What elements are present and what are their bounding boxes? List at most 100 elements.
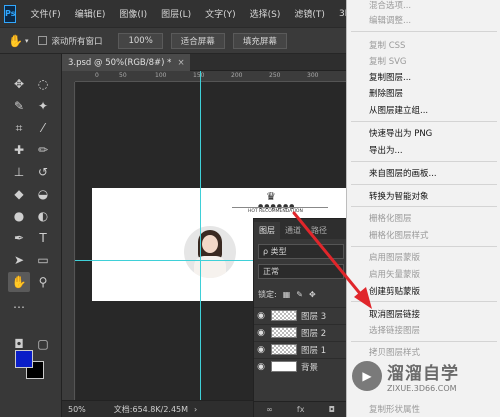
quick-mask-icon[interactable]: ◘ — [8, 334, 30, 354]
chevron-down-icon[interactable]: ▾ — [25, 37, 29, 45]
close-icon[interactable]: × — [177, 58, 184, 68]
menu-select[interactable]: 选择(S) — [250, 7, 281, 20]
tab-channels[interactable]: 通道 — [280, 222, 306, 239]
eye-icon[interactable]: ◉ — [254, 311, 268, 321]
zoom-tool-icon[interactable]: ⚲ — [32, 272, 54, 292]
menu-item-export-as[interactable]: 导出为... — [369, 144, 403, 156]
layer-thumbnail — [271, 344, 297, 355]
menu-item-enable-layer-mask[interactable]: 启用图层蒙版 — [369, 251, 420, 263]
eraser-tool-icon[interactable]: ◆ — [8, 184, 30, 204]
layer-name: 图层 2 — [301, 328, 327, 339]
quick-select-tool-icon[interactable]: ✎ — [8, 96, 30, 116]
menu-item-unlink-layers[interactable]: 取消图层链接 — [369, 308, 420, 320]
history-brush-icon[interactable]: ↺ — [32, 162, 54, 182]
photoshop-logo: Ps — [4, 4, 17, 23]
move-tool-icon[interactable]: ✥ — [8, 74, 30, 94]
zoom-100-button[interactable]: 100% — [118, 32, 163, 49]
menu-item-delete-layer[interactable]: 删除图层 — [369, 87, 403, 99]
hand-tool-icon[interactable]: ✋ — [8, 272, 30, 292]
brush-tool-icon[interactable]: ✏ — [32, 140, 54, 160]
menu-item-enable-vector-mask[interactable]: 启用矢量蒙版 — [369, 268, 420, 280]
layer-row[interactable]: ◉ 图层 1 — [254, 341, 347, 357]
lock-paint-icon[interactable]: ✎ — [296, 290, 303, 299]
menu-item-copy-shape-attributes[interactable]: 复制形状属性 — [369, 403, 420, 415]
menu-item-rasterize-layer[interactable]: 栅格化图层 — [369, 212, 412, 224]
layer-row[interactable]: ◉ 背景 — [254, 358, 347, 374]
tab-paths[interactable]: 路径 — [306, 222, 332, 239]
chevron-right-icon[interactable]: › — [194, 405, 197, 414]
stamp-tool-icon[interactable]: ⊥ — [8, 162, 30, 182]
blend-mode-select[interactable]: 正常 — [258, 264, 344, 279]
menu-type[interactable]: 文字(Y) — [205, 7, 236, 20]
layer-row[interactable]: ◉ 图层 2 — [254, 324, 347, 340]
menu-item-artboard-from-layers[interactable]: 来自图层的画板... — [369, 167, 437, 179]
dodge-tool-icon[interactable]: ◐ — [32, 206, 54, 226]
eyedropper-tool-icon[interactable]: ⁄ — [32, 118, 54, 138]
menu-item-group-from-layers[interactable]: 从图层建立组... — [369, 104, 428, 116]
more-tools-icon[interactable]: … — [8, 294, 30, 314]
menu-item-copy-css[interactable]: 复制 CSS — [369, 39, 405, 51]
menu-item-duplicate-layer[interactable]: 复制图层... — [369, 71, 411, 83]
logo-text: HOT RECOMMENDATION — [248, 209, 303, 214]
ruler-label: 0 — [95, 72, 99, 79]
document-tab[interactable]: 3.psd @ 50%(RGB/8#) * × — [62, 54, 190, 71]
ruler-label: 100 — [155, 72, 167, 79]
screen-mode-icon[interactable]: ▢ — [32, 334, 54, 354]
lock-pixels-icon[interactable]: ▦ — [283, 290, 291, 299]
menu-item-create-clipping-mask[interactable]: 创建剪贴蒙版 — [369, 285, 420, 297]
zoom-level[interactable]: 50% — [68, 405, 86, 414]
divider — [351, 246, 497, 247]
scroll-all-checkbox[interactable] — [38, 36, 48, 45]
menu-image[interactable]: 图像(I) — [119, 7, 147, 20]
menu-filter[interactable]: 滤镜(T) — [294, 7, 325, 20]
menu-edit[interactable]: 编辑(E) — [75, 7, 106, 20]
ruler-corner — [62, 71, 75, 82]
context-menu: 混合选项... 编辑调整... 复制 CSS 复制 SVG 复制图层... 删除… — [346, 0, 500, 417]
paint-bucket-icon[interactable]: ◒ — [32, 184, 54, 204]
fx-icon[interactable]: fx — [297, 405, 305, 414]
fill-screen-button[interactable]: 填充屏幕 — [232, 32, 287, 49]
layer-name: 图层 3 — [301, 311, 327, 322]
crop-tool-icon[interactable]: ⌗ — [8, 118, 30, 138]
divider — [351, 301, 497, 302]
layer-name: 图层 1 — [301, 345, 327, 356]
divider — [351, 206, 497, 207]
menu-item-quick-export-png[interactable]: 快速导出为 PNG — [369, 127, 432, 139]
lock-position-icon[interactable]: ✥ — [309, 290, 316, 299]
path-select-icon[interactable]: ➤ — [8, 250, 30, 270]
layer-thumbnail — [271, 361, 297, 372]
layer-filter-select[interactable]: ρ 类型 — [258, 244, 344, 259]
eye-icon[interactable]: ◉ — [254, 362, 268, 372]
layer-thumbnail — [271, 310, 297, 321]
magic-wand-tool-icon[interactable]: ✦ — [32, 96, 54, 116]
menu-item-convert-smart-object[interactable]: 转换为智能对象 — [369, 190, 429, 202]
menu-item-rasterize-layer-style[interactable]: 栅格化图层样式 — [369, 229, 429, 241]
crown-icon: ♛ — [266, 190, 276, 203]
lasso-tool-icon[interactable]: ◌ — [32, 74, 54, 94]
tab-layers[interactable]: 图层 — [254, 222, 280, 239]
blur-tool-icon[interactable]: ● — [8, 206, 30, 226]
layer-thumbnail — [271, 327, 297, 338]
hand-tool-icon[interactable]: ✋ — [8, 34, 23, 48]
mask-icon[interactable]: ◘ — [329, 405, 335, 414]
menu-item-edit-adjustment[interactable]: 编辑调整... — [369, 14, 411, 26]
menu-item-copy-svg[interactable]: 复制 SVG — [369, 55, 407, 67]
link-layers-icon[interactable]: ∞ — [266, 405, 273, 414]
menu-file[interactable]: 文件(F) — [30, 7, 60, 20]
document-info: 文档:654.8K/2.45M — [113, 404, 189, 414]
rectangle-tool-icon[interactable]: ▭ — [32, 250, 54, 270]
menu-item-blending-options[interactable]: 混合选项... — [369, 0, 411, 11]
layer-row[interactable]: ◉ 图层 3 — [254, 307, 347, 323]
eye-icon[interactable]: ◉ — [254, 328, 268, 338]
vertical-guide[interactable] — [200, 71, 201, 400]
pen-tool-icon[interactable]: ✒ — [8, 228, 30, 248]
text-tool-icon[interactable]: T — [32, 228, 54, 248]
layer-name: 背景 — [301, 362, 319, 373]
menu-layer[interactable]: 图层(L) — [161, 7, 191, 20]
ruler-label: 50 — [119, 72, 127, 79]
watermark-url: ZIXUE.3D66.COM — [387, 384, 457, 393]
healing-tool-icon[interactable]: ✚ — [8, 140, 30, 160]
menu-item-select-linked-layers[interactable]: 选择链接图层 — [369, 324, 420, 336]
fit-screen-button[interactable]: 适合屏幕 — [170, 32, 225, 49]
eye-icon[interactable]: ◉ — [254, 345, 268, 355]
